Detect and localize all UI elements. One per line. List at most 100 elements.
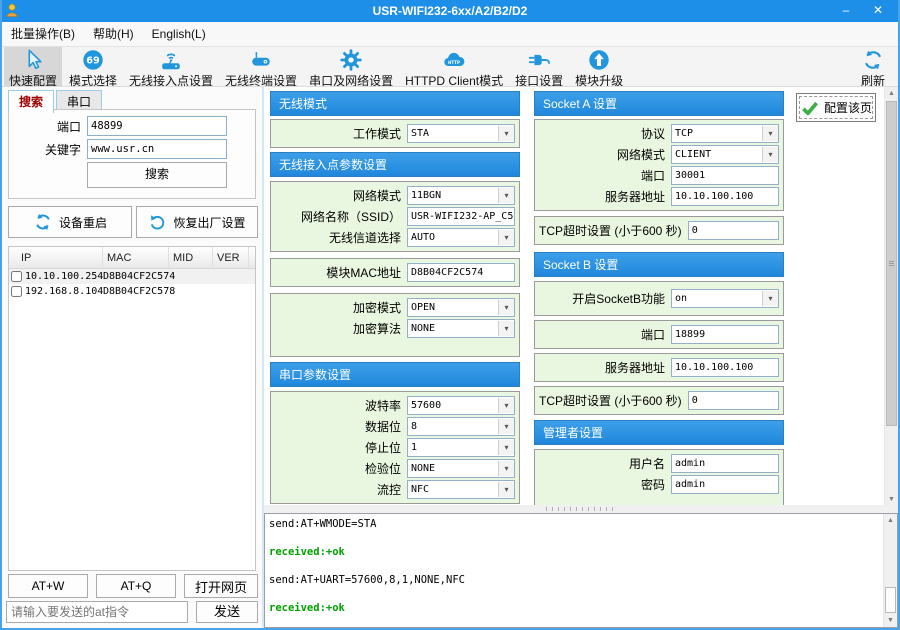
at-command-input[interactable] [6,601,188,623]
mac-box: 模块MAC地址 D8B04CF2C574 [270,258,520,287]
scrollbar-thumb[interactable] [885,587,896,613]
chevron-down-icon[interactable]: ▾ [762,291,778,306]
factory-reset-button[interactable]: 恢复出厂设置 [136,206,258,238]
toolbar-ap-settings[interactable]: 无线接入点设置 [124,47,218,86]
log-line: send:AT+WMODE=STA [269,518,881,530]
atw-button[interactable]: AT+W [8,574,88,598]
scroll-up-icon[interactable]: ▲ [884,514,897,527]
menubar: 批量操作(B) 帮助(H) English(L) [2,22,898,47]
open-webpage-button[interactable]: 打开网页 [184,574,258,598]
toolbar-interface-settings[interactable]: 接口设置 [510,47,568,86]
http-cloud-icon: HTTP [441,48,467,72]
row-checkbox[interactable] [11,271,22,282]
field-label: 波特率 [275,397,401,414]
plug-icon [527,48,551,72]
window-title: USR-WIFI232-6xx/A2/B2/D2 [0,0,900,22]
field-label: 协议 [539,125,665,142]
field-label: 密码 [539,476,665,493]
atq-button[interactable]: AT+Q [96,574,176,598]
chevron-down-icon[interactable]: ▾ [498,419,514,434]
menu-batch-ops[interactable]: 批量操作(B) [2,23,84,46]
chevron-down-icon[interactable]: ▾ [498,398,514,413]
chevron-down-icon[interactable]: ▾ [762,126,778,141]
toolbar-httpd-client[interactable]: HTTP HTTPD Client模式 [400,47,508,86]
toolbar-refresh[interactable]: 刷新 [856,47,890,86]
socketb-enable-select[interactable]: on▾ [671,289,779,308]
username-input[interactable]: admin [671,454,779,473]
minimize-button[interactable]: – [832,0,860,22]
port-input[interactable]: 48899 [87,116,227,136]
toolbar-sta-settings[interactable]: 无线终端设置 [220,47,302,86]
parity-select[interactable]: NONE▾ [407,459,515,478]
log-scrollbar[interactable]: ▲ ▼ [883,514,897,627]
chevron-down-icon[interactable]: ▾ [498,188,514,203]
stopbits-select[interactable]: 1▾ [407,438,515,457]
send-command-row: 发送 [6,601,258,623]
log-splitter[interactable] [264,505,898,513]
toolbar-mode-select[interactable]: 69 模式选择 [64,47,122,86]
workmode-select[interactable]: STA▾ [407,124,515,143]
cell-ip: 192.168.8.104 [25,286,103,297]
scroll-up-icon[interactable]: ▲ [885,87,898,100]
field-label: 网络模式 [539,146,665,163]
close-button[interactable]: ✕ [864,0,892,22]
chevron-down-icon[interactable]: ▾ [498,482,514,497]
baud-select[interactable]: 57600▾ [407,396,515,415]
svg-text:69: 69 [86,56,100,67]
apply-page-label: 配置该页 [824,99,872,116]
channel-select[interactable]: AUTO▾ [407,228,515,247]
databits-select[interactable]: 8▾ [407,417,515,436]
socketa-netmode-select[interactable]: CLIENT▾ [671,145,779,164]
socketb-port-input[interactable]: 18899 [671,325,779,344]
check-icon [800,99,820,117]
menu-english[interactable]: English(L) [143,23,215,46]
col-ip[interactable]: IP [9,247,103,268]
socketb-timeout-input[interactable]: 0 [688,391,779,410]
menu-help[interactable]: 帮助(H) [84,23,143,46]
chevron-down-icon[interactable]: ▾ [498,440,514,455]
search-button[interactable]: 搜索 [87,162,227,188]
col-mac[interactable]: MAC [103,247,169,268]
socketa-port-input[interactable]: 30001 [671,166,779,185]
network-mode-select[interactable]: 11BGN▾ [407,186,515,205]
config-scrollbar[interactable]: ▲ ▼ [884,87,898,506]
row-checkbox[interactable] [11,286,22,297]
security-box: 加密模式 OPEN▾ 加密算法 NONE▾ [270,293,520,357]
tab-search[interactable]: 搜索 [8,90,54,113]
socketa-protocol-select[interactable]: TCP▾ [671,124,779,143]
ssid-input[interactable]: USR-WIFI232-AP_C574 [407,207,515,226]
socketb-server-input[interactable]: 10.10.100.100 [671,358,779,377]
field-label: TCP超时设置 (小于600 秒) [539,222,682,239]
chevron-down-icon[interactable]: ▾ [498,126,514,141]
mac-input[interactable]: D8B04CF2C574 [407,263,515,282]
socketa-timeout-input[interactable]: 0 [688,221,779,240]
field-label: 用户名 [539,455,665,472]
table-row[interactable]: 192.168.8.104 D8B04CF2C578 [9,284,255,299]
keyword-input[interactable]: www.usr.cn [87,139,227,159]
device-reboot-button[interactable]: 设备重启 [8,206,132,238]
col-mid[interactable]: MID [169,247,213,268]
scrollbar-thumb[interactable] [886,101,897,426]
device-table-header: IP MAC MID VER [9,247,255,269]
send-button[interactable]: 发送 [196,601,258,623]
toolbar-serial-network[interactable]: 串口及网络设置 [304,47,398,86]
toolbar-module-upgrade[interactable]: 模块升级 [570,47,628,86]
chevron-down-icon[interactable]: ▾ [498,230,514,245]
titlebar: USR-WIFI232-6xx/A2/B2/D2 – ✕ [0,0,900,22]
at-command-buttons: AT+W AT+Q 打开网页 [8,574,258,598]
chevron-down-icon[interactable]: ▾ [762,147,778,162]
password-input[interactable]: admin [671,475,779,494]
table-row[interactable]: 10.10.100.254 D8B04CF2C574 [9,269,255,284]
security-algo-select[interactable]: NONE▾ [407,319,515,338]
flowctrl-select[interactable]: NFC▾ [407,480,515,499]
chevron-down-icon[interactable]: ▾ [498,300,514,315]
col-ver[interactable]: VER [213,247,249,268]
section-header-admin: 管理者设置 [534,420,784,445]
security-mode-select[interactable]: OPEN▾ [407,298,515,317]
chevron-down-icon[interactable]: ▾ [498,321,514,336]
chevron-down-icon[interactable]: ▾ [498,461,514,476]
apply-page-button[interactable]: 配置该页 [796,93,876,122]
toolbar-quick-config[interactable]: 快速配置 [4,47,62,86]
socketa-server-input[interactable]: 10.10.100.100 [671,187,779,206]
scroll-down-icon[interactable]: ▼ [884,614,897,627]
